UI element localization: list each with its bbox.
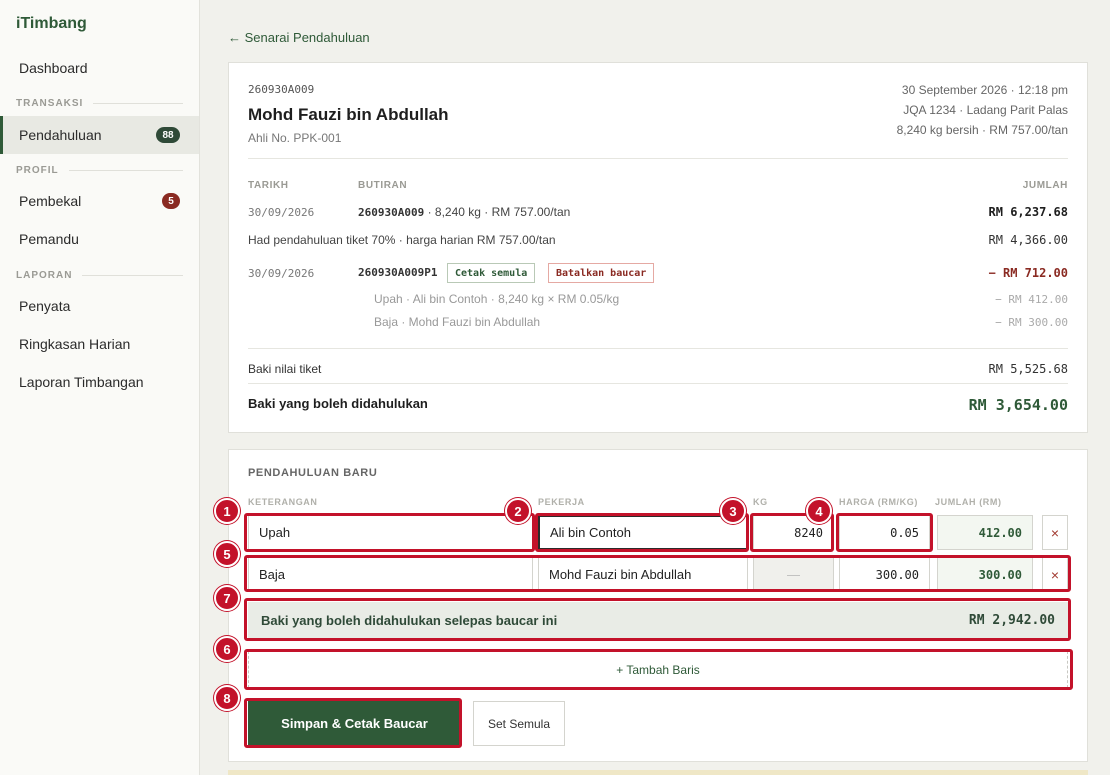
nav-dashboard[interactable]: Dashboard — [0, 49, 199, 87]
nav-pendahuluan[interactable]: Pendahuluan 88 — [0, 116, 199, 154]
save-print-button[interactable]: Simpan & Cetak Baucar — [248, 701, 461, 746]
balance-after-amount: RM 2,942.00 — [968, 613, 1055, 628]
ledger-details: 260930A009 · 8,240 kg · RM 757.00/tan — [358, 205, 570, 219]
app-logo[interactable]: iTimbang — [16, 15, 87, 33]
balance-after-voucher: Baki yang boleh didahulukan selepas bauc… — [248, 602, 1068, 639]
advance-limit-text: Had pendahuluan tiket 70% · harga harian… — [248, 233, 556, 247]
nav-penyata[interactable]: Penyata — [0, 287, 199, 325]
ticket-vehicle: JQA 1234 · Ladang Parit Palas — [903, 103, 1068, 117]
nav-penyata-label: Penyata — [19, 298, 71, 314]
col-keterangan: KETERANGAN — [248, 497, 318, 507]
nav-pendahuluan-label: Pendahuluan — [19, 127, 102, 143]
section-label: LAPORAN — [16, 269, 73, 281]
annotation-marker-2: 2 — [505, 498, 531, 524]
divider — [93, 102, 183, 104]
col-pekerja: PEKERJA — [538, 497, 585, 507]
voucher-line-upah: Upah · Ali bin Contoh · 8,240 kg × RM 0.… — [374, 292, 620, 306]
sidebar: iTimbang Dashboard TRANSAKSI Pendahuluan… — [0, 0, 200, 775]
ticket-ref: 260930A009 — [358, 206, 425, 219]
nav-section-laporan: LAPORAN — [16, 269, 183, 281]
col-details-header: BUTIRAN — [358, 180, 408, 191]
line-total: 412.00 — [937, 515, 1033, 550]
divider — [248, 383, 1068, 384]
member-number: Ahli No. PPK-001 — [248, 131, 342, 145]
divider — [68, 169, 183, 171]
nav-dashboard-label: Dashboard — [19, 60, 88, 76]
reprint-button[interactable]: Cetak semula — [447, 263, 536, 283]
annotation-marker-7: 7 — [214, 585, 240, 611]
price-input[interactable]: 300.00 — [839, 557, 930, 592]
balance-after-label: Baki yang boleh didahulukan selepas bauc… — [261, 613, 558, 628]
annotation-marker-3: 3 — [720, 498, 746, 524]
section-label: PROFIL — [16, 164, 59, 176]
nav-laporan-timbangan-label: Laporan Timbangan — [19, 374, 144, 390]
farmer-name: Mohd Fauzi bin Abdullah — [248, 105, 449, 124]
ledger-amount: RM 6,237.68 — [988, 205, 1068, 219]
description-input[interactable]: Baja — [248, 557, 533, 592]
voucher-line-baja-amount: − RM 300.00 — [995, 316, 1068, 329]
nav-pemandu-label: Pemandu — [19, 231, 79, 247]
description-input[interactable]: Upah — [248, 515, 533, 550]
count-badge: 5 — [162, 193, 180, 209]
cancel-voucher-button[interactable]: Batalkan baucar — [548, 263, 655, 283]
form-title: PENDAHULUAN BARU — [248, 467, 378, 479]
col-jumlah: JUMLAH (RM) — [935, 497, 1002, 507]
col-date-header: TARIKH — [248, 180, 289, 191]
new-advance-card: PENDAHULUAN BARU KETERANGAN PEKERJA KG H… — [228, 449, 1088, 762]
nav-pembekal-label: Pembekal — [19, 193, 82, 209]
col-kg: KG — [753, 497, 768, 507]
annotation-marker-8: 8 — [214, 685, 240, 711]
divider — [248, 158, 1068, 159]
annotation-marker-1: 1 — [214, 498, 240, 524]
nav-ringkasan-label: Ringkasan Harian — [19, 336, 131, 352]
next-card-edge — [228, 770, 1088, 775]
line-total: 300.00 — [937, 557, 1033, 592]
annotation-marker-5: 5 — [214, 541, 240, 567]
ticket-card: 260930A009 Mohd Fauzi bin Abdullah Ahli … — [228, 62, 1088, 433]
advance-limit-amount: RM 4,366.00 — [988, 233, 1068, 247]
advanceable-balance-amount: RM 3,654.00 — [968, 396, 1068, 414]
price-input[interactable]: 0.05 — [839, 515, 930, 550]
ledger-details-text: · 8,240 kg · RM 757.00/tan — [424, 205, 571, 219]
kg-input: — — [753, 557, 834, 592]
nav-section-profil: PROFIL — [16, 164, 183, 176]
reset-button[interactable]: Set Semula — [473, 701, 565, 746]
ticket-balance-label: Baki nilai tiket — [248, 362, 322, 376]
advanceable-balance-label: Baki yang boleh didahulukan — [248, 396, 428, 411]
nav-ringkasan-harian[interactable]: Ringkasan Harian — [0, 325, 199, 363]
count-badge: 88 — [156, 127, 180, 143]
ticket-datetime: 30 September 2026 · 12:18 pm — [901, 83, 1068, 97]
voucher-line-baja: Baja · Mohd Fauzi bin Abdullah — [374, 315, 541, 329]
ticket-weight-price: 8,240 kg bersih · RM 757.00/tan — [896, 123, 1068, 137]
voucher-amount: − RM 712.00 — [988, 266, 1068, 280]
ticket-balance-amount: RM 5,525.68 — [988, 362, 1068, 376]
nav-pemandu[interactable]: Pemandu — [0, 220, 199, 258]
ticket-id: 260930A009 — [248, 83, 315, 96]
back-link[interactable]: ← Senarai Pendahuluan — [228, 30, 370, 45]
divider — [82, 274, 183, 276]
add-row-button[interactable]: + Tambah Baris — [248, 651, 1068, 688]
nav-section-transaksi: TRANSAKSI — [16, 97, 183, 109]
worker-select[interactable]: Ali bin Contoh — [538, 515, 748, 550]
annotation-marker-4: 4 — [806, 498, 832, 524]
divider — [248, 348, 1068, 349]
nav-laporan-timbangan[interactable]: Laporan Timbangan — [0, 363, 199, 401]
ledger-date: 30/09/2026 — [248, 206, 315, 219]
voucher-ref: 260930A009P1 — [358, 266, 438, 279]
remove-row-button[interactable]: × — [1042, 557, 1068, 592]
col-harga: HARGA (RM/KG) — [839, 497, 918, 507]
voucher-date: 30/09/2026 — [248, 267, 315, 280]
remove-row-button[interactable]: × — [1042, 515, 1068, 550]
voucher-line-upah-amount: − RM 412.00 — [995, 293, 1068, 306]
col-amount-header: JUMLAH — [1022, 180, 1068, 191]
annotation-marker-6: 6 — [214, 636, 240, 662]
worker-select[interactable]: Mohd Fauzi bin Abdullah — [538, 557, 748, 592]
section-label: TRANSAKSI — [16, 97, 84, 109]
nav-pembekal[interactable]: Pembekal 5 — [0, 182, 199, 220]
